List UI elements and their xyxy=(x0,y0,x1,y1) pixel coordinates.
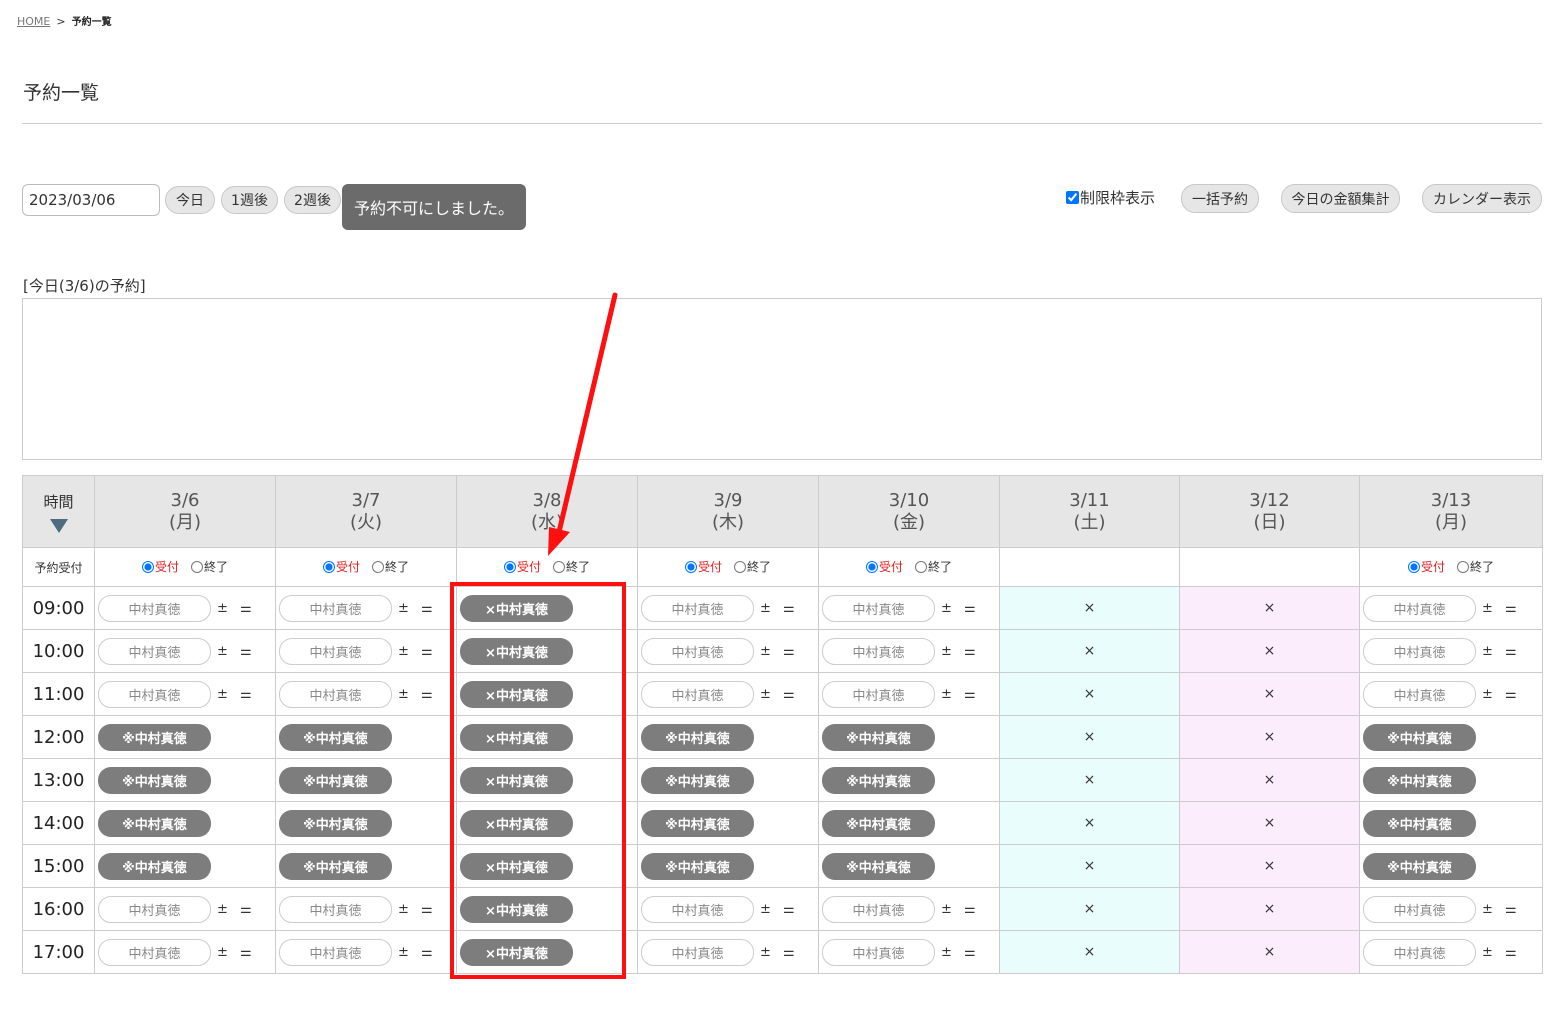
annotation-arrow-icon xyxy=(548,292,618,556)
